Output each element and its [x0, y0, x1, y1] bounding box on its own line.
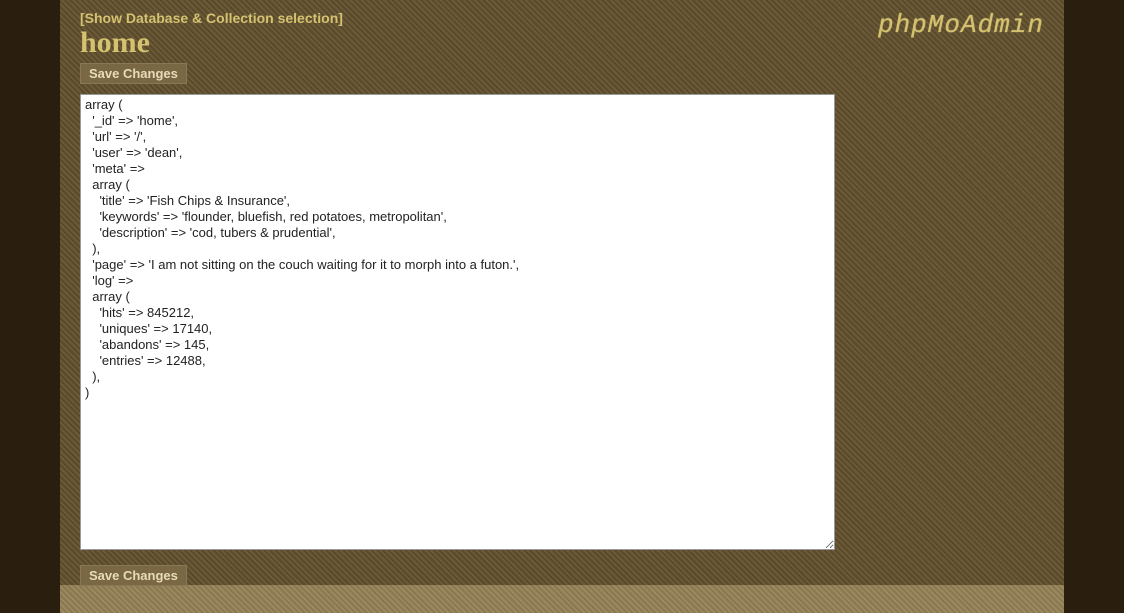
save-changes-top-button[interactable]: Save Changes — [80, 63, 187, 84]
app-logo: phpMoAdmin — [878, 10, 1044, 40]
main-panel: [Show Database & Collection selection] h… — [60, 0, 1064, 585]
show-db-collection-link[interactable]: [Show Database & Collection selection] — [80, 10, 343, 26]
object-editor-textarea[interactable] — [80, 94, 835, 550]
save-changes-bottom-button[interactable]: Save Changes — [80, 565, 187, 586]
footer-bar — [60, 585, 1064, 613]
